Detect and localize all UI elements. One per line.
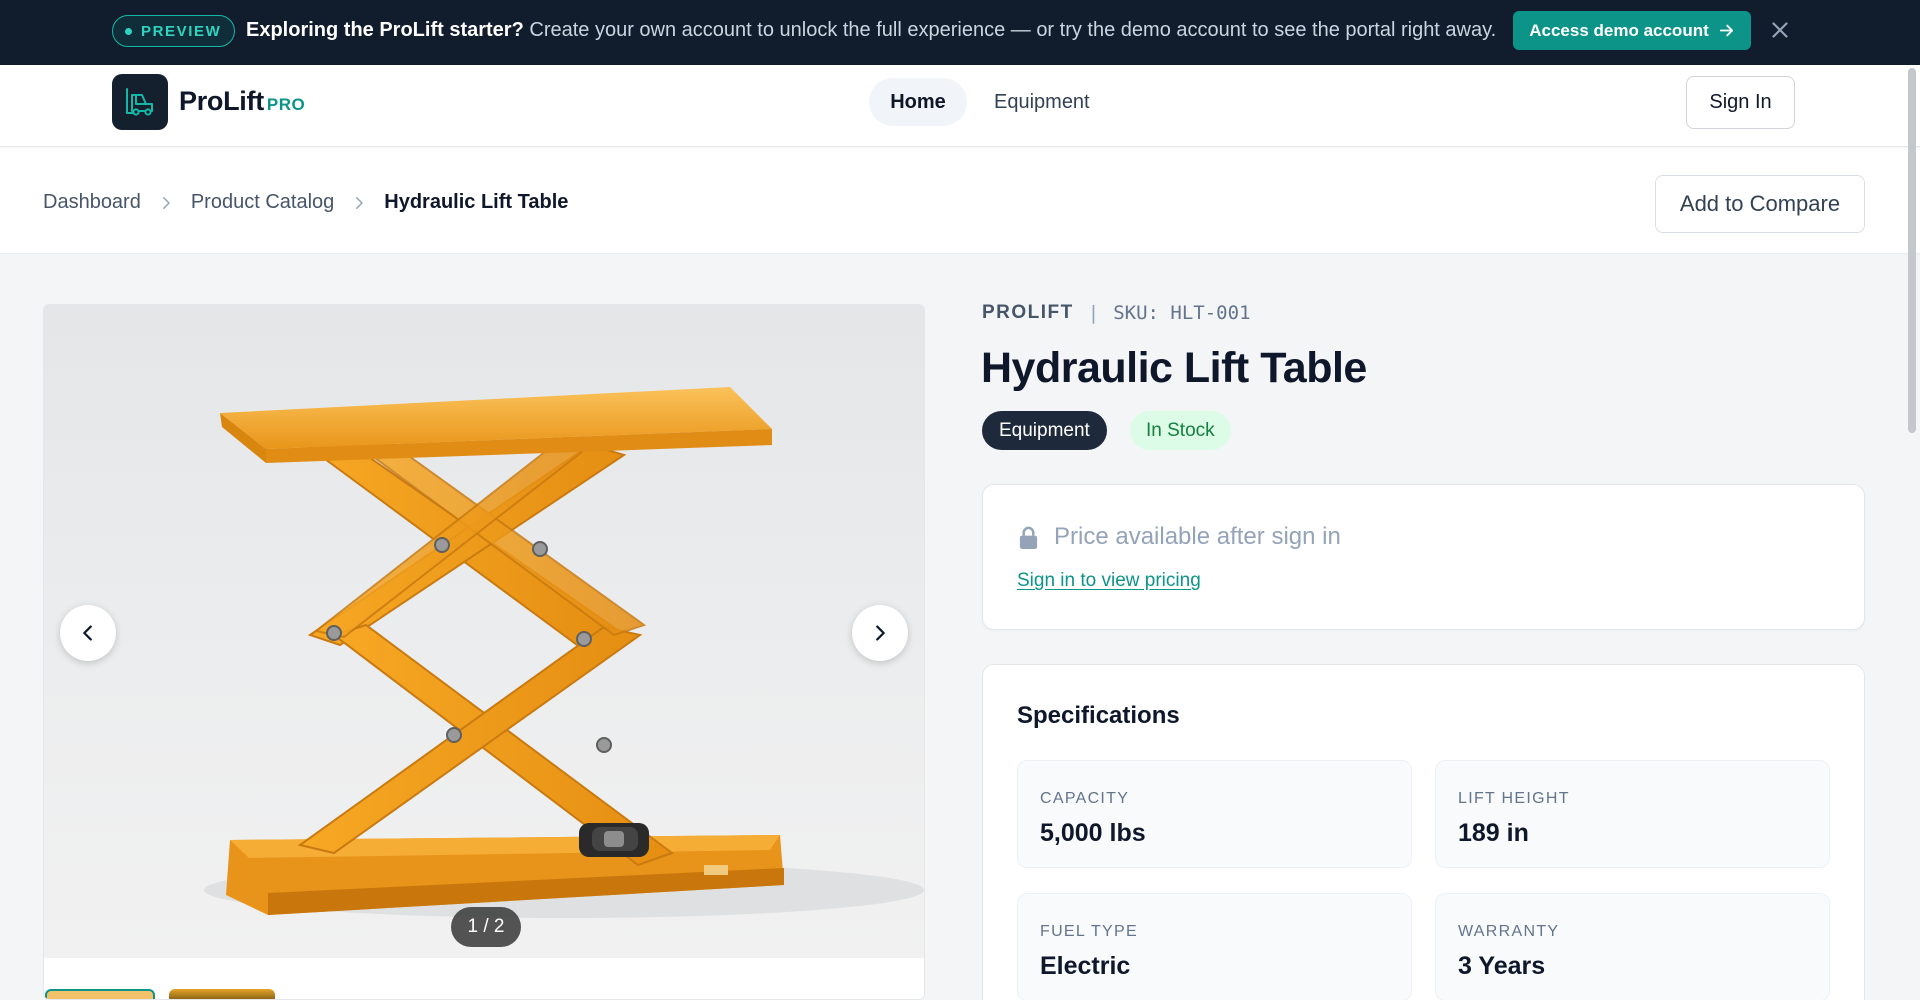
breadcrumb-current: Hydraulic Lift Table	[384, 191, 569, 213]
thumbnail-2[interactable]	[169, 989, 275, 999]
chevron-right-icon	[876, 625, 885, 641]
access-demo-label: Access demo account	[1529, 20, 1709, 40]
nav-home[interactable]: Home	[869, 78, 967, 126]
spec-value: 3 Years	[1458, 952, 1546, 980]
spec-value: 5,000 lbs	[1040, 819, 1146, 847]
product-title: Hydraulic Lift Table	[981, 344, 1367, 392]
banner-headline: Exploring the ProLift starter?	[246, 19, 524, 41]
product-brand: PROLIFT	[982, 302, 1074, 323]
specifications-title: Specifications	[1017, 702, 1180, 729]
spec-value: Electric	[1040, 952, 1131, 980]
specifications-card: Specifications CAPACITY 5,000 lbs LIFT H…	[982, 664, 1865, 1000]
site-header: ProLift PRO Home Equipment Sign In	[0, 65, 1920, 147]
breadcrumb-bar: Dashboard Product Catalog Hydraulic Lift…	[0, 148, 1920, 254]
close-icon[interactable]	[1767, 17, 1793, 43]
product-image[interactable]: 1 / 2	[44, 305, 924, 958]
forklift-icon	[126, 88, 153, 116]
thumbnail-strip	[44, 958, 924, 999]
meta-divider: |	[1087, 302, 1100, 324]
banner-message: Exploring the ProLift starter? Create yo…	[246, 19, 1496, 42]
spec-label: WARRANTY	[1458, 923, 1560, 940]
spec-label: LIFT HEIGHT	[1458, 790, 1570, 807]
preview-badge: PREVIEW	[112, 15, 236, 47]
preview-banner: PREVIEW Exploring the ProLift starter? C…	[0, 0, 1920, 65]
spec-capacity: CAPACITY 5,000 lbs	[1017, 760, 1412, 868]
previous-image-button[interactable]	[60, 605, 116, 661]
price-locked: Price available after sign in	[1017, 523, 1341, 551]
price-locked-text: Price available after sign in	[1054, 523, 1341, 550]
product-gallery: 1 / 2	[43, 304, 925, 1000]
spec-lift-height: LIFT HEIGHT 189 in	[1435, 760, 1830, 868]
breadcrumb: Dashboard Product Catalog Hydraulic Lift…	[43, 191, 568, 214]
banner-body: Create your own account to unlock the fu…	[523, 19, 1497, 41]
price-card: Price available after sign in Sign in to…	[982, 484, 1865, 630]
product-meta: PROLIFT | SKU: HLT-001	[982, 302, 1251, 324]
next-image-button[interactable]	[852, 605, 908, 661]
spec-warranty: WARRANTY 3 Years	[1435, 893, 1830, 1000]
preview-label: PREVIEW	[141, 22, 222, 40]
breadcrumb-dashboard[interactable]: Dashboard	[43, 191, 141, 214]
stock-badge: In Stock	[1130, 411, 1231, 450]
brand-name[interactable]: ProLift PRO	[179, 86, 305, 117]
sign-in-button[interactable]: Sign In	[1686, 76, 1795, 129]
breadcrumb-product-catalog[interactable]: Product Catalog	[191, 191, 334, 214]
nav-equipment[interactable]: Equipment	[982, 78, 1102, 126]
spec-fuel-type: FUEL TYPE Electric	[1017, 893, 1412, 1000]
image-counter: 1 / 2	[451, 907, 521, 947]
brand-suffix: PRO	[266, 95, 306, 114]
status-dot-icon	[125, 27, 132, 35]
brand-text: ProLift	[179, 86, 264, 116]
spec-label: CAPACITY	[1040, 790, 1130, 807]
arrow-right-icon	[1719, 24, 1733, 37]
access-demo-button[interactable]: Access demo account	[1513, 11, 1751, 50]
view-pricing-link[interactable]: Sign in to view pricing	[1017, 570, 1201, 592]
page-scrollbar[interactable]	[1908, 68, 1916, 433]
add-to-compare-button[interactable]: Add to Compare	[1655, 175, 1865, 233]
category-badge: Equipment	[982, 411, 1107, 450]
spec-value: 189 in	[1458, 819, 1529, 847]
scissor-lift-illustration	[204, 387, 924, 918]
thumbnail-1[interactable]	[45, 989, 155, 999]
spec-label: FUEL TYPE	[1040, 923, 1138, 940]
logo[interactable]	[112, 74, 168, 130]
chevron-right-icon	[356, 196, 364, 209]
chevron-right-icon	[162, 196, 170, 209]
product-sku: SKU: HLT-001	[1113, 302, 1251, 324]
lock-icon	[1019, 526, 1038, 549]
chevron-left-icon	[83, 625, 92, 641]
